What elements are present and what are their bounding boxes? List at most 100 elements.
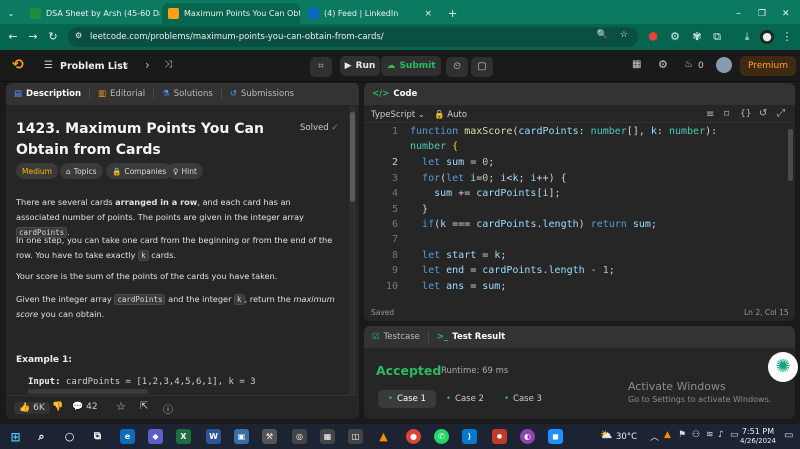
chatgpt-extension-icon[interactable]: ✺ <box>768 352 798 382</box>
submit-button[interactable]: ☁ Submit <box>381 56 441 76</box>
bookmark-star-icon[interactable]: ☆ <box>620 30 628 40</box>
app-icon[interactable]: ◼ <box>548 429 563 444</box>
description-scroll-thumb[interactable] <box>350 112 355 202</box>
user-avatar[interactable] <box>716 57 732 73</box>
extension-flower-icon[interactable]: ✾ <box>690 30 704 44</box>
bookmark-icon[interactable]: ⌑ <box>724 109 729 120</box>
minimize-button[interactable]: – <box>730 3 746 24</box>
favorite-star-icon[interactable]: ☆ <box>116 400 126 413</box>
prev-problem-icon[interactable]: ‹ <box>124 58 129 72</box>
task-view-icon[interactable]: ⧉ <box>90 429 105 444</box>
back-icon[interactable]: ← <box>6 30 20 44</box>
cortana-icon[interactable]: ○ <box>62 429 77 444</box>
language-select[interactable]: TypeScript ⌄ <box>371 110 425 120</box>
braces-icon[interactable]: {} <box>740 109 751 119</box>
tab-test-result[interactable]: >_ Test Result <box>429 331 513 343</box>
edge-icon[interactable]: e <box>120 429 135 444</box>
notifications-icon[interactable]: ▭ <box>784 430 793 441</box>
extension-gear-icon[interactable]: ⚙ <box>668 30 682 44</box>
menu-dots-icon[interactable]: ⋮ <box>780 30 794 44</box>
tab-submissions[interactable]: ↺ Submissions <box>222 88 302 100</box>
timer-icon[interactable]: ⏲ <box>446 57 468 77</box>
hint-chip[interactable]: ♀ Hint <box>167 163 203 179</box>
fullscreen-icon[interactable]: ⤢ <box>777 108 785 119</box>
browser-tab-linkedin[interactable]: (4) Feed | LinkedIn × <box>302 3 438 24</box>
address-bar[interactable]: ⚙ leetcode.com/problems/maximum-points-y… <box>68 27 638 47</box>
notes-icon[interactable]: ▢ <box>471 57 493 77</box>
app-icon[interactable]: ▦ <box>320 429 335 444</box>
app-icon[interactable]: ◎ <box>292 429 307 444</box>
app-icon[interactable]: ● <box>492 429 507 444</box>
tab-description[interactable]: ▤ Description <box>6 88 91 100</box>
share-icon[interactable]: ⇱ <box>140 401 148 412</box>
layout-grid-icon[interactable]: ▦ <box>632 59 641 70</box>
app-icon[interactable]: ▣ <box>234 429 249 444</box>
problem-list-link[interactable]: Problem List <box>60 61 127 72</box>
app-icon[interactable]: ◆ <box>148 429 163 444</box>
topics-chip[interactable]: ⌂ Topics <box>60 163 103 179</box>
word-icon[interactable]: W <box>206 429 221 444</box>
case-3-tab[interactable]: • Case 3 <box>494 390 552 408</box>
app-icon[interactable]: ◐ <box>520 429 535 444</box>
shuffle-icon[interactable]: ⤨ <box>164 59 172 70</box>
tray-app-icon[interactable]: ⚑ <box>678 430 686 440</box>
like-button[interactable]: 👍 6K <box>14 402 50 414</box>
download-icon[interactable]: ⤓ <box>740 30 754 44</box>
case-2-tab[interactable]: • Case 2 <box>436 390 494 408</box>
maximize-button[interactable]: ❐ <box>752 3 768 24</box>
tab-testcase[interactable]: ☑ Testcase <box>364 331 429 343</box>
line-number: 1 <box>391 126 398 137</box>
extension-shield-icon[interactable]: ⬢ <box>646 30 660 44</box>
windows-start-icon[interactable]: ⊞ <box>8 429 23 444</box>
help-icon[interactable]: ⓘ <box>163 401 173 416</box>
profile-avatar[interactable]: ● <box>760 30 774 44</box>
leetcode-logo[interactable]: ⟲ <box>12 57 24 73</box>
run-button[interactable]: ▶ Run <box>340 56 380 76</box>
site-info-icon[interactable]: ⚙ <box>75 31 82 40</box>
comments-button[interactable]: 💬 42 <box>72 402 98 412</box>
tab-code[interactable]: </> Code <box>364 88 425 100</box>
case-1-tab[interactable]: • Case 1 <box>378 390 436 408</box>
app-icon[interactable]: ⚒ <box>262 429 277 444</box>
autocomplete-mode[interactable]: 🔒 Auto <box>434 110 467 120</box>
tray-app-icon[interactable]: ⚇ <box>692 430 700 440</box>
dislike-button[interactable]: 👎 <box>52 402 63 412</box>
reload-icon[interactable]: ↻ <box>46 30 60 44</box>
format-icon[interactable]: ≡ <box>706 109 714 120</box>
vscode-icon[interactable]: ⟩ <box>462 429 477 444</box>
settings-gear-icon[interactable]: ⚙ <box>658 58 668 71</box>
search-icon[interactable]: ⌕ <box>34 429 49 444</box>
tab-editorial[interactable]: ▥ Editorial <box>90 88 155 100</box>
clock-time[interactable]: 7:51 PM <box>740 427 776 436</box>
extensions-puzzle-icon[interactable]: ⧉ <box>710 30 724 44</box>
close-window-button[interactable]: ✕ <box>776 3 792 24</box>
zoom-icon[interactable]: 🔍 <box>597 30 608 40</box>
line-number: 9 <box>391 265 398 276</box>
tab-search-button[interactable]: ⌄ <box>0 3 22 24</box>
excel-icon[interactable]: X <box>176 429 191 444</box>
new-tab-button[interactable]: + <box>442 3 458 24</box>
next-problem-icon[interactable]: › <box>145 58 150 72</box>
browser-tab-dsa-sheet[interactable]: DSA Sheet by Arsh (45-60 Days × <box>24 3 160 24</box>
app-icon[interactable]: ◫ <box>348 429 363 444</box>
streak-fire-icon[interactable]: ♨ <box>684 59 693 70</box>
companies-chip[interactable]: 🔒 Companies <box>106 163 173 179</box>
vlc-icon[interactable]: ▲ <box>376 429 391 444</box>
premium-button[interactable]: Premium <box>740 56 796 76</box>
browser-tab-leetcode[interactable]: Maximum Points You Can Obtain × <box>162 3 300 24</box>
weather-temperature[interactable]: 30°C <box>616 432 637 442</box>
chrome-icon[interactable]: ● <box>406 429 421 444</box>
forward-icon[interactable]: → <box>26 30 40 44</box>
whatsapp-icon[interactable]: ✆ <box>434 429 449 444</box>
tab-solutions[interactable]: ⚗ Solutions <box>154 88 222 100</box>
clock-date[interactable]: 4/26/2024 <box>736 437 780 445</box>
volume-icon[interactable]: ♪ <box>718 430 724 440</box>
tray-chevron-icon[interactable]: ︿ <box>650 430 659 443</box>
tray-vlc-icon[interactable]: ▲ <box>664 430 671 440</box>
close-icon[interactable]: × <box>424 9 432 19</box>
description-paragraph-4: Given the integer array cardPoints and t… <box>16 294 335 319</box>
reset-icon[interactable]: ↺ <box>759 108 767 119</box>
editor-scroll-thumb[interactable] <box>788 129 793 181</box>
wifi-icon[interactable]: ≋ <box>706 430 714 440</box>
debug-icon[interactable]: ⌗ <box>310 57 332 77</box>
